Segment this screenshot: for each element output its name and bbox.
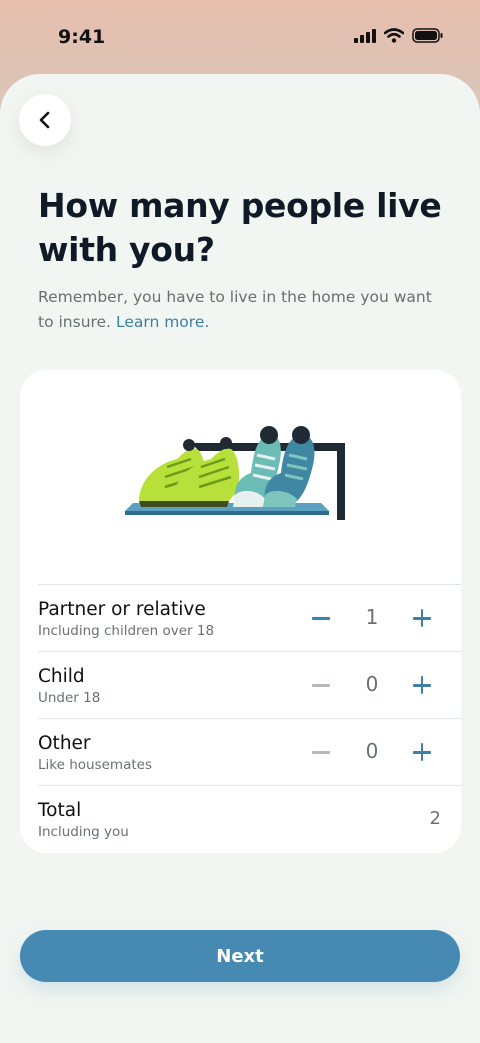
household-row-child: Child Under 18 0	[38, 651, 461, 719]
back-button[interactable]	[19, 94, 71, 146]
learn-more-link[interactable]: Learn more.	[116, 313, 209, 331]
household-row-total: Total Including you 2	[38, 785, 461, 853]
page-title: How many people live with you?	[38, 186, 442, 269]
other-count: 0	[365, 739, 379, 763]
row-title: Partner or relative	[38, 599, 206, 620]
child-count: 0	[365, 672, 379, 696]
household-card: Partner or relative Including children o…	[20, 370, 461, 853]
row-subtitle: Under 18	[38, 690, 101, 706]
subtitle-text: Remember, you have to live in the home y…	[38, 288, 432, 331]
minus-icon	[312, 751, 330, 754]
total-count: 2	[429, 808, 441, 829]
signal-icon	[354, 28, 376, 43]
battery-icon	[412, 28, 443, 43]
household-row-partner: Partner or relative Including children o…	[38, 584, 461, 652]
chevron-left-icon	[39, 111, 50, 129]
household-row-other: Other Like housemates 0	[38, 718, 461, 786]
child-increment-button[interactable]	[402, 665, 442, 705]
wifi-icon	[384, 28, 404, 43]
partner-count: 1	[365, 605, 379, 629]
minus-icon	[312, 617, 330, 620]
status-icons	[354, 28, 444, 43]
shoe-rack-illustration	[125, 426, 345, 520]
row-subtitle: Like housemates	[38, 757, 152, 773]
other-increment-button[interactable]	[402, 732, 442, 772]
row-subtitle: Including you	[38, 824, 129, 840]
minus-icon	[312, 684, 330, 687]
page-subtitle: Remember, you have to live in the home y…	[38, 285, 448, 335]
row-subtitle: Including children over 18	[38, 623, 215, 639]
partner-increment-button[interactable]	[402, 598, 442, 638]
partner-decrement-button[interactable]	[302, 598, 342, 638]
child-decrement-button[interactable]	[302, 665, 342, 705]
row-title: Other	[38, 733, 91, 754]
status-time: 9:41	[58, 26, 106, 48]
next-button[interactable]: Next	[20, 930, 460, 982]
row-title: Total	[38, 800, 82, 821]
status-bar: 9:41	[0, 0, 480, 76]
other-decrement-button[interactable]	[302, 732, 342, 772]
row-title: Child	[38, 666, 85, 687]
